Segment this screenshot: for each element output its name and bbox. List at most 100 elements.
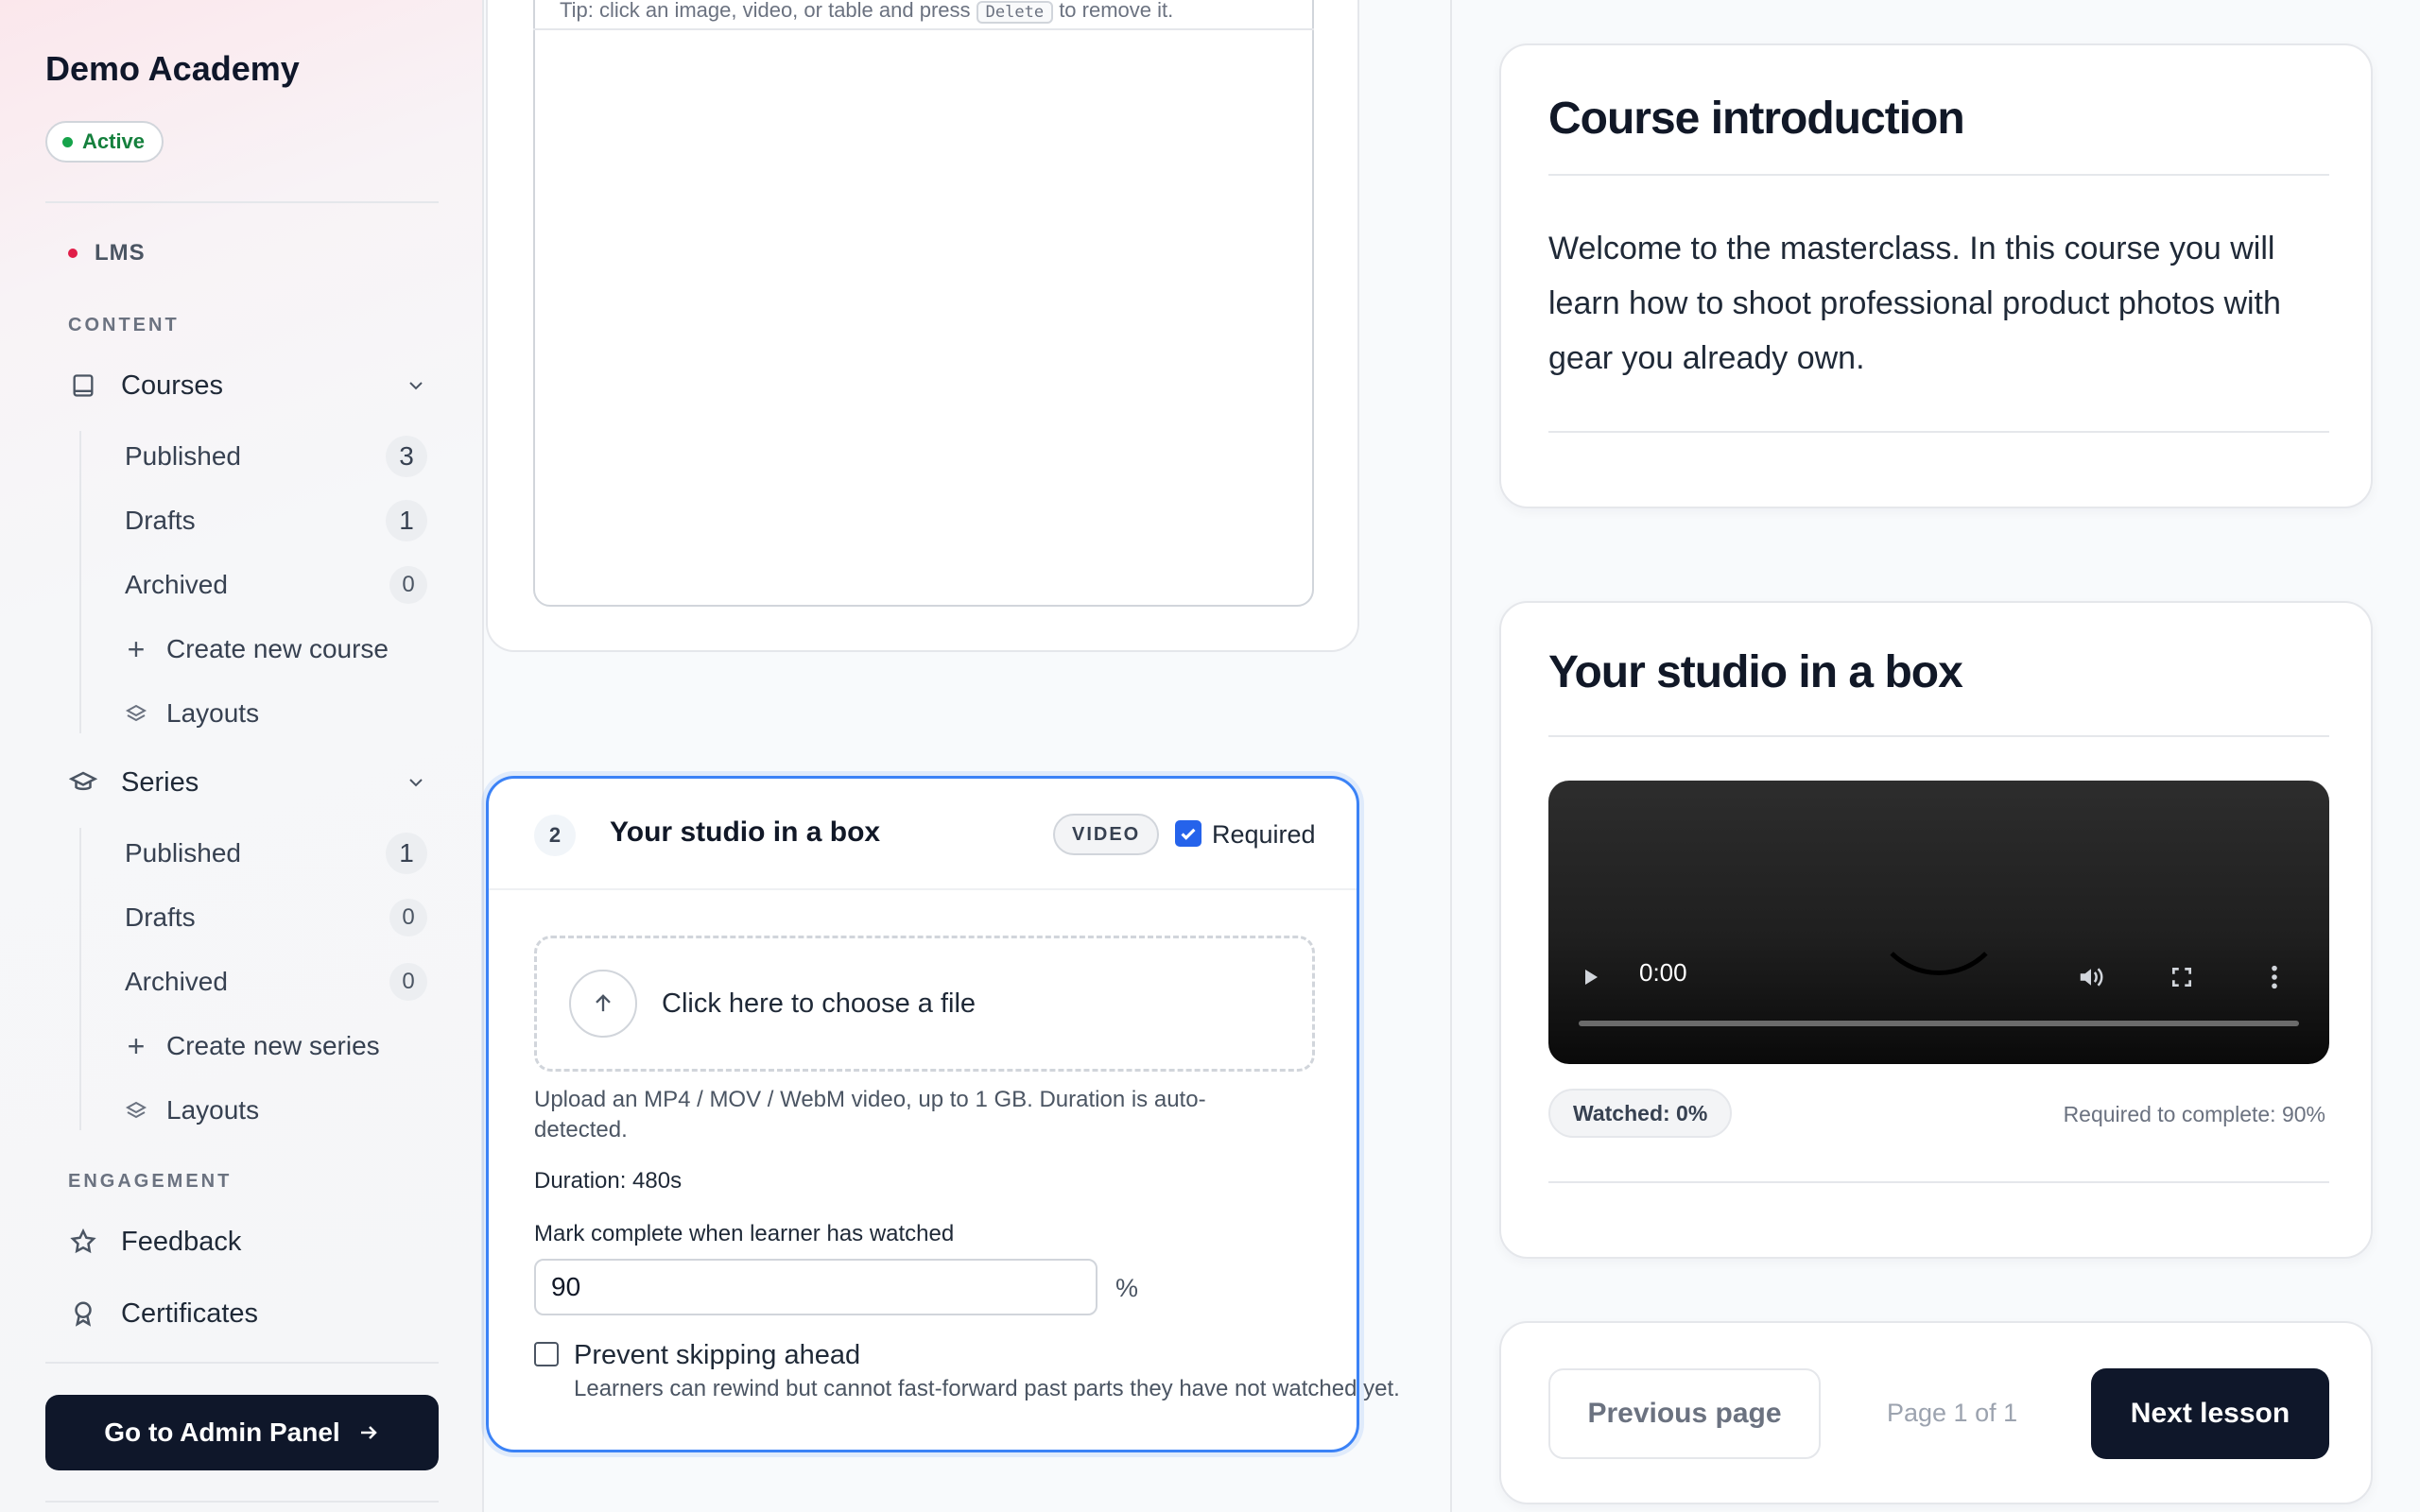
series-published[interactable]: Published 1 xyxy=(125,828,427,879)
video-player[interactable]: 0:00 xyxy=(1548,781,2329,1064)
star-icon xyxy=(68,1227,98,1257)
courses-archived-label: Archived xyxy=(125,570,228,599)
divider xyxy=(1548,735,2329,737)
nav-series[interactable]: Series xyxy=(68,760,427,805)
arrow-right-icon xyxy=(360,1426,377,1439)
sidebar-divider xyxy=(45,1501,439,1503)
page-indicator: Page 1 of 1 xyxy=(1887,1399,2018,1427)
graduation-cap-icon xyxy=(68,767,98,798)
layers-icon xyxy=(125,1101,147,1119)
nav-courses-label: Courses xyxy=(121,369,223,401)
award-icon xyxy=(68,1298,98,1329)
lesson-type-badge: VIDEO xyxy=(1053,814,1160,855)
series-archived-label: Archived xyxy=(125,967,228,996)
editor-tip-text: Tip: click an image, video, or table and… xyxy=(560,0,1174,24)
sidebar-divider xyxy=(45,201,439,203)
series-drafts-label: Drafts xyxy=(125,902,196,932)
plus-icon: + xyxy=(127,1028,146,1063)
nav-feedback-label: Feedback xyxy=(121,1226,242,1257)
divider xyxy=(1548,431,2329,433)
series-drafts[interactable]: Drafts 0 xyxy=(125,892,427,943)
admin-panel-button[interactable]: Go to Admin Panel xyxy=(45,1395,439,1470)
series-published-label: Published xyxy=(125,838,241,868)
courses-drafts[interactable]: Drafts 1 xyxy=(125,495,427,546)
chevron-down-icon[interactable] xyxy=(405,374,427,397)
series-layouts[interactable]: Layouts xyxy=(125,1085,427,1136)
video-lesson-title: Your studio in a box xyxy=(1548,647,1963,697)
upload-help-text: Upload an MP4 / MOV / WebM video, up to … xyxy=(534,1087,1206,1143)
prevent-skipping-checkbox[interactable] xyxy=(534,1342,559,1366)
lesson-title: Your studio in a box xyxy=(610,816,881,848)
section-lms: LMS xyxy=(68,240,146,266)
count-badge: 3 xyxy=(386,436,427,477)
status-label: Active xyxy=(82,129,146,153)
required-checkbox[interactable] xyxy=(1175,820,1201,847)
prevent-skipping-help: Learners can rewind but cannot fast-forw… xyxy=(574,1376,1400,1401)
mark-complete-input[interactable] xyxy=(534,1259,1098,1315)
previous-page-button[interactable]: Previous page xyxy=(1548,1368,1821,1459)
required-to-complete: Required to complete: 90% xyxy=(2063,1102,2325,1126)
upload-icon xyxy=(569,970,637,1038)
rich-text-editor[interactable] xyxy=(533,0,1314,607)
preview-card-intro: Course introduction Welcome to the maste… xyxy=(1499,43,2373,508)
prevent-skipping-label: Prevent skipping ahead xyxy=(574,1340,861,1370)
courses-layouts[interactable]: Layouts xyxy=(125,688,427,739)
delete-key: Delete xyxy=(976,1,1054,24)
mark-complete-label: Mark complete when learner has watched xyxy=(534,1221,955,1246)
tree-line xyxy=(79,431,81,733)
next-lesson-button[interactable]: Next lesson xyxy=(2091,1368,2329,1459)
nav-courses[interactable]: Courses xyxy=(68,363,427,408)
divider xyxy=(1548,174,2329,176)
courses-layouts-label: Layouts xyxy=(166,698,260,728)
count-badge: 1 xyxy=(386,833,427,874)
series-layouts-label: Layouts xyxy=(166,1095,260,1125)
create-course-link[interactable]: + Create new course xyxy=(125,624,427,675)
more-options-icon[interactable] xyxy=(2257,960,2291,994)
nav-certificates[interactable]: Certificates xyxy=(68,1291,427,1336)
chevron-down-icon[interactable] xyxy=(405,771,427,794)
lesson-number: 2 xyxy=(534,815,576,856)
tip-after: to remove it. xyxy=(1059,0,1174,22)
layers-icon xyxy=(125,704,147,722)
required-label: Required xyxy=(1212,820,1316,849)
watched-badge: Watched: 0% xyxy=(1548,1089,1733,1138)
nav-certificates-label: Certificates xyxy=(121,1297,259,1329)
courses-drafts-label: Drafts xyxy=(125,506,196,535)
courses-archived[interactable]: Archived 0 xyxy=(125,559,427,610)
intro-body: Welcome to the masterclass. In this cour… xyxy=(1548,231,2281,376)
create-course-label: Create new course xyxy=(166,634,389,663)
preview-card-video: Your studio in a box 0:00 Watched: 0% Re… xyxy=(1499,601,2373,1259)
tip-before: Tip: click an image, video, or table and… xyxy=(560,0,971,22)
video-progress-track[interactable] xyxy=(1579,1021,2299,1026)
loading-spinner xyxy=(1870,837,2008,975)
courses-published[interactable]: Published 3 xyxy=(125,431,427,482)
section-label-engagement: ENGAGEMENT xyxy=(68,1171,233,1192)
sidebar-divider xyxy=(45,1362,439,1364)
video-time: 0:00 xyxy=(1639,958,1687,987)
series-archived[interactable]: Archived 0 xyxy=(125,956,427,1007)
lesson-card-video[interactable]: 2 Your studio in a box VIDEO Required Cl… xyxy=(486,776,1400,1452)
nav-series-label: Series xyxy=(121,766,199,798)
sidebar: Demo Academy Active LMS CONTENT Courses … xyxy=(0,0,484,1512)
section-label-content: CONTENT xyxy=(68,315,180,335)
count-badge: 0 xyxy=(389,899,427,936)
lms-label: LMS xyxy=(95,240,146,266)
play-icon[interactable] xyxy=(1573,960,1607,994)
count-badge: 0 xyxy=(389,566,427,604)
check-icon xyxy=(1181,828,1196,840)
book-icon xyxy=(68,370,98,401)
file-dropzone[interactable]: Click here to choose a file xyxy=(534,936,1315,1072)
preview-pagination: Previous page Page 1 of 1 Next lesson xyxy=(1499,1321,2373,1504)
lms-dot xyxy=(68,249,78,258)
volume-icon[interactable] xyxy=(2074,960,2108,994)
nav-feedback[interactable]: Feedback xyxy=(68,1219,427,1264)
count-badge: 0 xyxy=(389,963,427,1001)
plus-icon: + xyxy=(127,631,146,666)
count-badge: 1 xyxy=(386,500,427,541)
fullscreen-icon[interactable] xyxy=(2165,960,2199,994)
divider xyxy=(1548,1181,2329,1183)
courses-published-label: Published xyxy=(125,441,241,471)
create-series-link[interactable]: + Create new series xyxy=(125,1021,427,1072)
brand-name: Demo Academy xyxy=(45,49,300,88)
admin-panel-label: Go to Admin Panel xyxy=(104,1418,340,1447)
